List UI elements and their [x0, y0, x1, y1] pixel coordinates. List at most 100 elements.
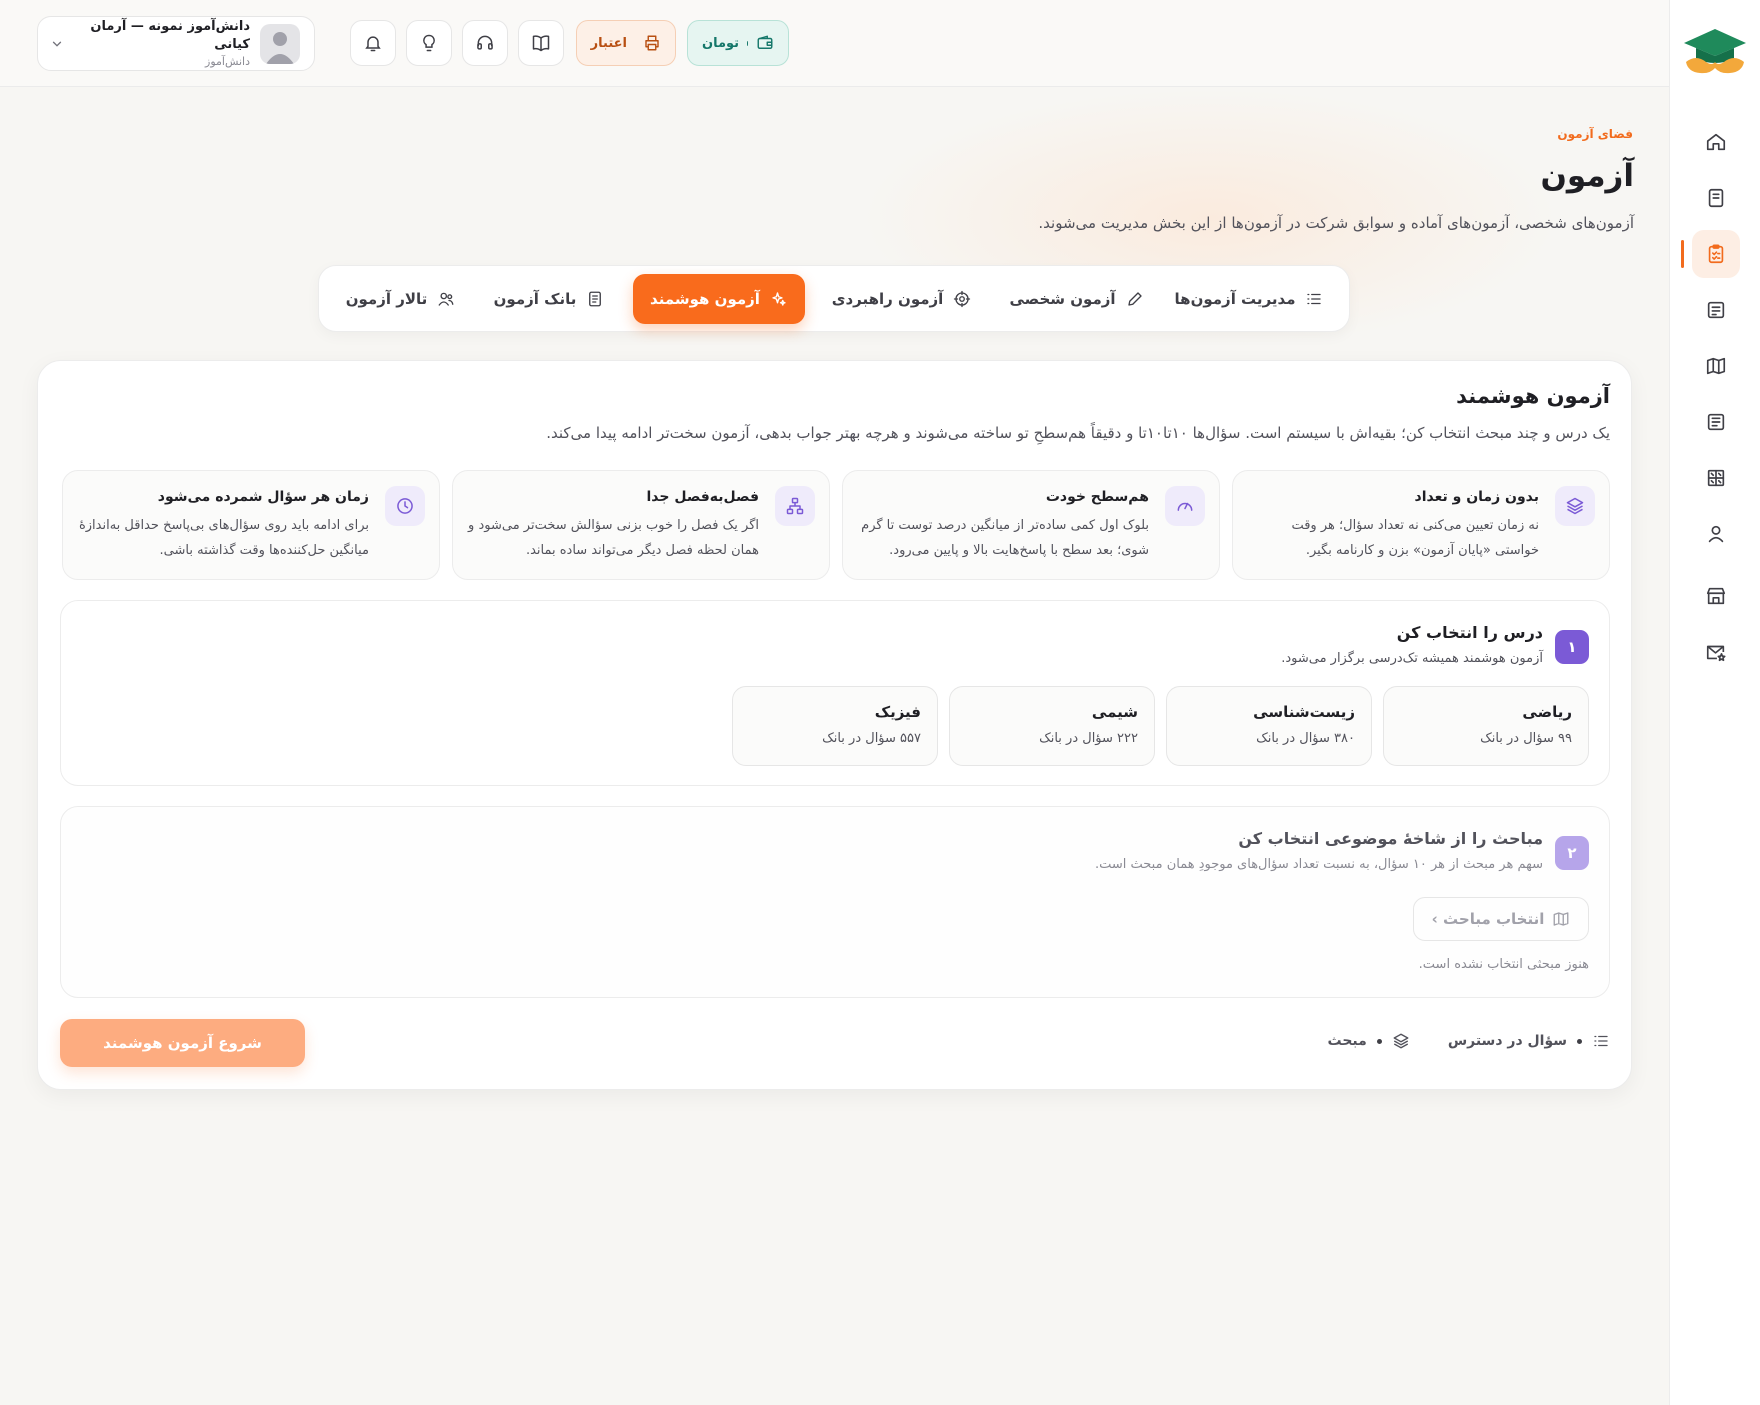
map-icon — [1552, 910, 1570, 928]
users-icon — [437, 290, 455, 308]
user-name: دانش‌آموز نمونه — آرمان کیانی — [90, 18, 250, 52]
clock-icon — [385, 486, 425, 526]
layers-icon — [1555, 486, 1595, 526]
bell-icon — [363, 33, 383, 53]
book-open-icon — [531, 33, 551, 53]
tab-smart-exam[interactable]: آزمون هوشمند — [633, 274, 805, 324]
subject-count: ۹۹ سؤال در بانک — [1480, 731, 1572, 746]
sidebar-newspaper-icon[interactable] — [1692, 398, 1740, 446]
subject-option-chemistry[interactable]: شیمی ۲۲۲ سؤال در بانک — [949, 686, 1155, 766]
sidebar-file-text-icon[interactable] — [1692, 286, 1740, 334]
step-subtitle: سهم هر مبحث از هر ۱۰ سؤال، به نسبت تعداد… — [1094, 857, 1543, 872]
tab-exam-bank[interactable]: بانک آزمون — [479, 274, 619, 324]
feature-description: بلوک اول کمی ساده‌تر از میانگین درصد توس… — [861, 518, 1149, 558]
subject-option-biology[interactable]: زیست‌شناسی ۳۸۰ سؤال در بانک — [1166, 686, 1372, 766]
subject-option-physics[interactable]: فیزیک ۵۵۷ سؤال در بانک — [732, 686, 938, 766]
credit-label: اعتبار — [590, 35, 627, 51]
feature-description: اگر یک فصل را خوب بزنی سؤالش سخت‌تر می‌ش… — [468, 518, 759, 558]
sidebar-map-icon[interactable] — [1692, 342, 1740, 390]
smart-exam-description: یک درس و چند مبحث انتخاب کن؛ بقیه‌اش با … — [546, 424, 1610, 442]
tab-exam-hall[interactable]: تالار آزمون — [333, 274, 468, 324]
tab-exam-management[interactable]: مدیریت آزمون‌ها — [1164, 274, 1334, 324]
layers-icon — [1392, 1032, 1410, 1050]
select-topics-button[interactable]: انتخاب مباحث › — [1413, 897, 1589, 941]
list-icon — [1305, 290, 1323, 308]
exam-stats: سؤال در دسترس مبحث — [1328, 1032, 1610, 1050]
feature-card: فصل‌به‌فصل جدا اگر یک فصل را خوب بزنی سؤ… — [452, 470, 830, 580]
sidebar-notebook-icon[interactable] — [1692, 174, 1740, 222]
subject-name: ریاضی — [1522, 703, 1572, 721]
empty-topics-text: هنوز مبحثی انتخاب نشده است. — [1418, 957, 1589, 972]
gauge-icon — [1165, 486, 1205, 526]
step-title: درس را انتخاب کن — [1396, 623, 1543, 642]
sidebar — [1669, 0, 1760, 1405]
tab-label: آزمون هوشمند — [650, 290, 760, 308]
subject-name: شیمی — [1091, 703, 1138, 721]
start-smart-exam-button[interactable]: شروع آزمون هوشمند — [60, 1019, 305, 1067]
step-subtitle: آزمون هوشمند همیشه تک‌درسی برگزار می‌شود… — [1281, 651, 1543, 666]
hierarchy-icon — [775, 486, 815, 526]
breadcrumb[interactable]: فضای آزمون — [1557, 127, 1633, 141]
support-button[interactable] — [462, 20, 508, 66]
step-select-topics: ۲ مباحث را از شاخهٔ موضوعی انتخاب کن سهم… — [60, 806, 1610, 998]
tab-label: مدیریت آزمون‌ها — [1174, 290, 1296, 308]
credit-badge[interactable]: اعتبار — [576, 20, 676, 66]
feature-card: زمان هر سؤال شمرده می‌شود برای ادامه بای… — [62, 470, 440, 580]
tips-button[interactable] — [406, 20, 452, 66]
questions-count-dot — [1577, 1038, 1582, 1044]
feature-description: برای ادامه باید روی سؤال‌های بی‌پاسخ حدا… — [78, 518, 369, 558]
topics-count-dot — [1376, 1038, 1382, 1044]
step-number: ۲ — [1555, 836, 1589, 870]
lightbulb-icon — [419, 33, 439, 53]
user-menu[interactable]: دانش‌آموز نمونه — آرمان کیانی دانش‌آموز — [37, 16, 315, 71]
step-select-subject: ۱ درس را انتخاب کن آزمون هوشمند همیشه تک… — [60, 600, 1610, 786]
document-icon — [586, 290, 604, 308]
sidebar-mail-star-icon[interactable] — [1692, 628, 1740, 676]
tab-personal-exam[interactable]: آزمون شخصی — [999, 274, 1154, 324]
feature-title: بدون زمان و تعداد — [1414, 489, 1539, 505]
printer-icon — [643, 34, 661, 52]
available-questions-label: سؤال در دسترس — [1447, 1033, 1567, 1049]
sidebar-exam-icon[interactable] — [1681, 230, 1740, 278]
toman-dot — [747, 40, 748, 46]
sidebar-home-icon[interactable] — [1692, 118, 1740, 166]
sidebar-user-icon[interactable] — [1692, 510, 1740, 558]
page-title: آزمون — [1540, 158, 1634, 194]
logo[interactable] — [1682, 26, 1748, 80]
subject-name: فیزیک — [874, 703, 921, 721]
tab-label: آزمون شخصی — [1009, 290, 1116, 308]
wallet-icon — [756, 34, 774, 52]
tab-strategic-exam[interactable]: آزمون راهبردی — [819, 274, 984, 324]
tab-label: آزمون راهبردی — [831, 290, 944, 308]
subject-name: زیست‌شناسی — [1253, 703, 1355, 721]
list-icon — [1592, 1032, 1610, 1050]
sidebar-puzzle-icon[interactable] — [1692, 454, 1740, 502]
tab-label: بانک آزمون — [493, 290, 577, 308]
smart-exam-title: آزمون هوشمند — [1456, 384, 1610, 408]
sidebar-store-icon[interactable] — [1692, 572, 1740, 620]
subject-count: ۵۵۷ سؤال در بانک — [822, 731, 921, 746]
tab-label: تالار آزمون — [345, 290, 428, 308]
notifications-button[interactable] — [350, 20, 396, 66]
library-button[interactable] — [518, 20, 564, 66]
wallet-badge[interactable]: تومان — [687, 20, 789, 66]
select-topics-label: انتخاب مباحث › — [1431, 910, 1545, 928]
feature-card: هم‌سطح خودت بلوک اول کمی ساده‌تر از میان… — [842, 470, 1220, 580]
step-number: ۱ — [1555, 630, 1589, 664]
user-role: دانش‌آموز — [205, 54, 250, 68]
exam-tabs: مدیریت آزمون‌ها آزمون شخصی آزمون راهبردی… — [318, 265, 1350, 332]
chevron-down-icon — [50, 37, 64, 51]
feature-card: بدون زمان و تعداد نه زمان تعیین می‌کنی ن… — [1232, 470, 1610, 580]
step-title: مباحث را از شاخهٔ موضوعی انتخاب کن — [1238, 829, 1543, 848]
top-bar: دانش‌آموز نمونه — آرمان کیانی دانش‌آموز … — [0, 0, 1669, 87]
crosshair-icon — [953, 290, 971, 308]
subject-count: ۳۸۰ سؤال در بانک — [1256, 731, 1355, 746]
avatar — [260, 23, 300, 64]
feature-title: زمان هر سؤال شمرده می‌شود — [157, 489, 369, 505]
feature-title: فصل‌به‌فصل جدا — [646, 489, 759, 505]
subject-count: ۲۲۲ سؤال در بانک — [1039, 731, 1138, 746]
feature-title: هم‌سطح خودت — [1045, 489, 1149, 505]
sparkle-icon — [770, 290, 788, 308]
feature-description: نه زمان تعیین می‌کنی نه تعداد سؤال؛ هر و… — [1291, 518, 1539, 558]
subject-option-math[interactable]: ریاضی ۹۹ سؤال در بانک — [1383, 686, 1589, 766]
